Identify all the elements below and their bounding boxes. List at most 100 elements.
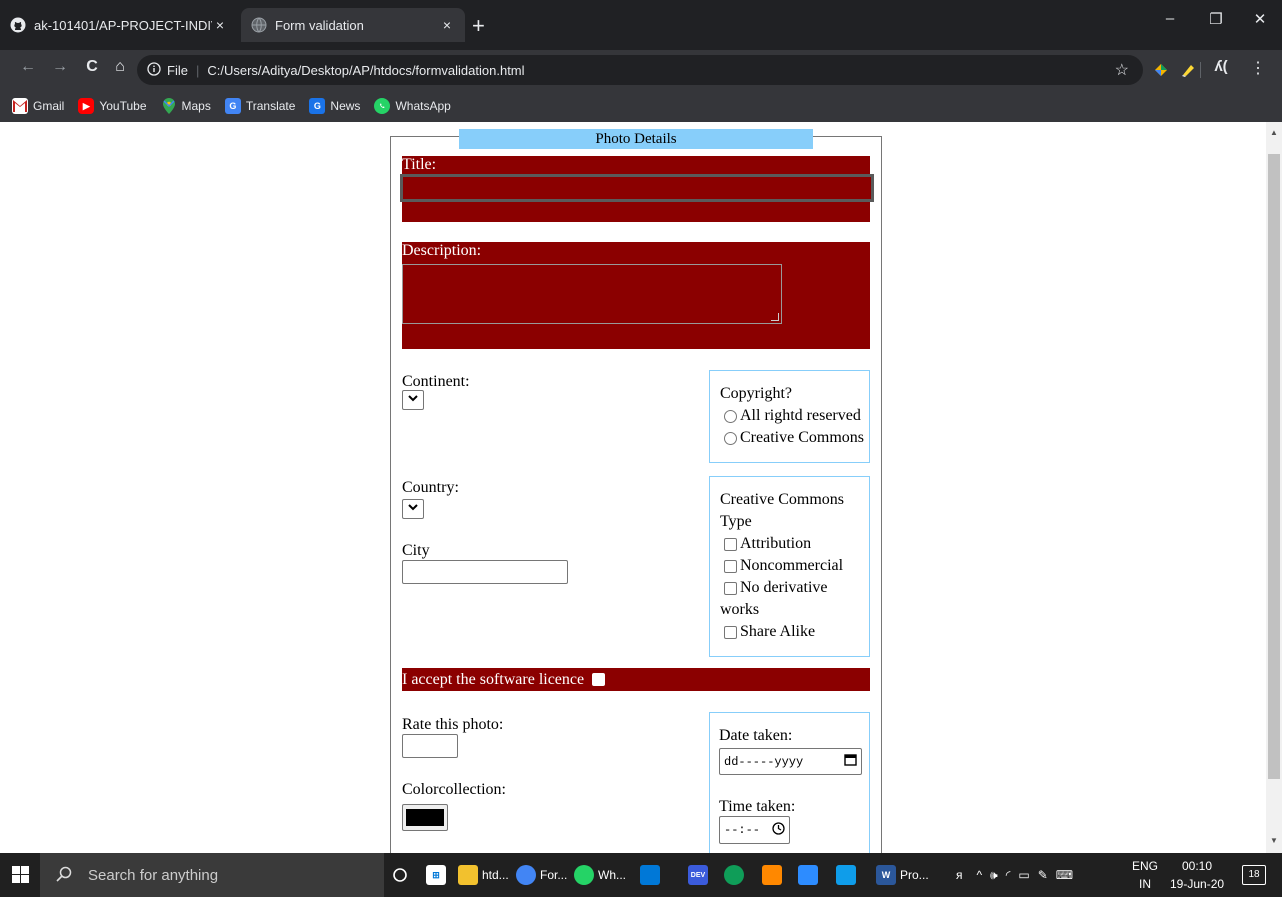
taskbar-app-chrome[interactable]: For... <box>516 859 567 891</box>
bookmark-news[interactable]: G News <box>309 98 360 114</box>
reload-icon[interactable]: C <box>80 58 104 76</box>
vscode-icon[interactable] <box>640 859 664 891</box>
url-text: C:/Users/Aditya/Desktop/AP/htdocs/formva… <box>207 62 525 78</box>
cc-option[interactable]: Share Alike <box>720 621 869 643</box>
checkbox-share-alike[interactable] <box>724 625 737 639</box>
cc-option[interactable]: Attribution <box>720 533 869 555</box>
cc-option-label: No derivative <box>740 579 828 596</box>
calendar-icon[interactable] <box>844 753 857 770</box>
country-label: Country: <box>402 479 459 496</box>
copyright-option[interactable]: Creative Commons <box>720 427 869 449</box>
taskbar-app-explorer[interactable]: htd... <box>458 859 509 891</box>
chevron-up-icon[interactable]: ^ <box>977 868 983 882</box>
time-label: Time taken: <box>719 798 796 815</box>
address-bar[interactable]: File | C:/Users/Aditya/Desktop/AP/htdocs… <box>137 55 1143 85</box>
back-icon[interactable]: ← <box>16 58 40 76</box>
tab-github[interactable]: ak-101401/AP-PROJECT-INDIVID × <box>0 8 238 42</box>
bookmark-label: WhatsApp <box>395 99 451 113</box>
address-separator: | <box>195 62 200 78</box>
edge-icon[interactable] <box>724 859 748 891</box>
scroll-thumb[interactable] <box>1268 154 1280 779</box>
bookmark-star-icon[interactable]: ☆ <box>1115 60 1129 80</box>
copyright-option[interactable]: All rightd reserved <box>720 405 869 427</box>
checkbox-attribution[interactable] <box>724 537 737 551</box>
bookmark-gmail[interactable]: Gmail <box>12 98 64 114</box>
zoom-icon[interactable] <box>798 859 822 891</box>
scheme-label: File <box>167 62 188 78</box>
radio-creative-commons[interactable] <box>724 431 737 445</box>
scroll-down-icon[interactable]: ▼ <box>1266 836 1282 845</box>
bookmark-youtube[interactable]: ▶ YouTube <box>78 98 147 114</box>
menu-kebab-icon[interactable]: ⋮ <box>1250 58 1266 78</box>
cortana-icon[interactable] <box>392 859 408 891</box>
dev-icon[interactable]: DEV <box>688 859 712 891</box>
minimize-icon[interactable]: – <box>1150 10 1190 27</box>
taskbar-app-label: htd... <box>482 868 509 882</box>
date-input[interactable]: dd-----yyyy <box>719 748 862 775</box>
licence-checkbox[interactable] <box>592 673 606 686</box>
description-textarea[interactable] <box>402 264 782 324</box>
home-icon[interactable]: ⌂ <box>108 58 132 76</box>
notification-center-icon[interactable]: 18 <box>1242 865 1266 885</box>
close-window-icon[interactable]: ✕ <box>1240 10 1280 28</box>
pen-icon[interactable]: ✎ <box>1038 868 1048 882</box>
scroll-up-icon[interactable]: ▲ <box>1266 128 1282 137</box>
wifi-icon[interactable]: ◜ <box>1006 868 1011 882</box>
rate-input[interactable] <box>402 734 458 758</box>
copyright-option-label: All rightd reserved <box>740 407 861 424</box>
chrome-icon <box>516 865 536 885</box>
copyright-heading: Copyright? <box>720 385 792 402</box>
bookmark-label: Gmail <box>33 99 65 113</box>
maps-icon <box>161 98 177 114</box>
news-icon: G <box>309 98 326 114</box>
cc-type-box: Creative Commons Type Attribution Noncom… <box>709 476 870 657</box>
info-icon[interactable] <box>147 61 161 79</box>
volume-icon[interactable]: 🕪 <box>990 868 998 883</box>
people-icon[interactable]: ᴙ <box>956 868 963 882</box>
globe-icon <box>251 17 267 33</box>
page-scrollbar[interactable]: ▲ ▼ <box>1266 122 1282 853</box>
highlighter-icon[interactable] <box>1177 60 1199 80</box>
date-placeholder: dd-----yyyy <box>724 754 804 769</box>
windows-start-icon[interactable] <box>12 866 29 888</box>
tab-close-icon[interactable]: × <box>212 17 228 33</box>
taskbar-app-label: For... <box>540 868 568 882</box>
cc-option[interactable]: No derivative <box>720 577 869 599</box>
cc-type-heading-2: Type <box>720 513 752 530</box>
time-input[interactable]: --:-- <box>719 816 790 844</box>
store-icon[interactable]: ⊞ <box>426 859 450 891</box>
browser-toolbar: ← → C ⌂ File | C:/Users/Aditya/Desktop/A… <box>0 50 1282 90</box>
taskbar-app-word[interactable]: W Pro... <box>876 859 929 891</box>
cc-type-heading: Creative Commons <box>720 491 844 508</box>
new-tab-button[interactable]: + <box>472 13 485 39</box>
extension-icon[interactable] <box>1150 60 1172 80</box>
bookmark-maps[interactable]: Maps <box>161 98 211 114</box>
taskbar-app-whatsapp[interactable]: Wh... <box>574 859 626 891</box>
continent-select[interactable] <box>402 390 424 410</box>
bookmark-translate[interactable]: G Translate <box>224 98 295 114</box>
vlc-icon[interactable] <box>762 859 786 891</box>
forward-icon[interactable]: → <box>48 58 72 76</box>
tab-form-validation[interactable]: Form validation × <box>241 8 465 42</box>
keyboard-icon[interactable]: ⌨ <box>1056 868 1073 882</box>
windows-taskbar: Search for anything ⊞ htd... For... Wh..… <box>0 853 1282 897</box>
taskbar-search[interactable]: Search for anything <box>40 853 384 897</box>
phone-icon[interactable] <box>836 859 860 891</box>
tab-close-icon[interactable]: × <box>439 17 455 33</box>
language-indicator[interactable]: ENG IN <box>1132 857 1158 893</box>
color-picker[interactable] <box>402 804 448 831</box>
title-input[interactable] <box>400 174 874 202</box>
battery-icon[interactable]: ▭ <box>1018 868 1029 882</box>
bookmark-whatsapp[interactable]: WhatsApp <box>374 98 451 114</box>
city-input[interactable] <box>402 560 568 584</box>
country-select[interactable] <box>402 499 424 519</box>
restore-icon[interactable]: ❐ <box>1196 10 1236 28</box>
checkbox-noncommercial[interactable] <box>724 559 737 573</box>
profile-avatar[interactable]: ʎ( <box>1208 58 1234 82</box>
cc-option[interactable]: Noncommercial <box>720 555 869 577</box>
resize-handle-icon[interactable] <box>771 313 779 321</box>
taskbar-clock[interactable]: 00:10 19-Jun-20 <box>1170 857 1224 893</box>
clock-icon[interactable] <box>772 821 785 839</box>
checkbox-no-derivative[interactable] <box>724 581 737 595</box>
radio-all-rights[interactable] <box>724 409 737 423</box>
